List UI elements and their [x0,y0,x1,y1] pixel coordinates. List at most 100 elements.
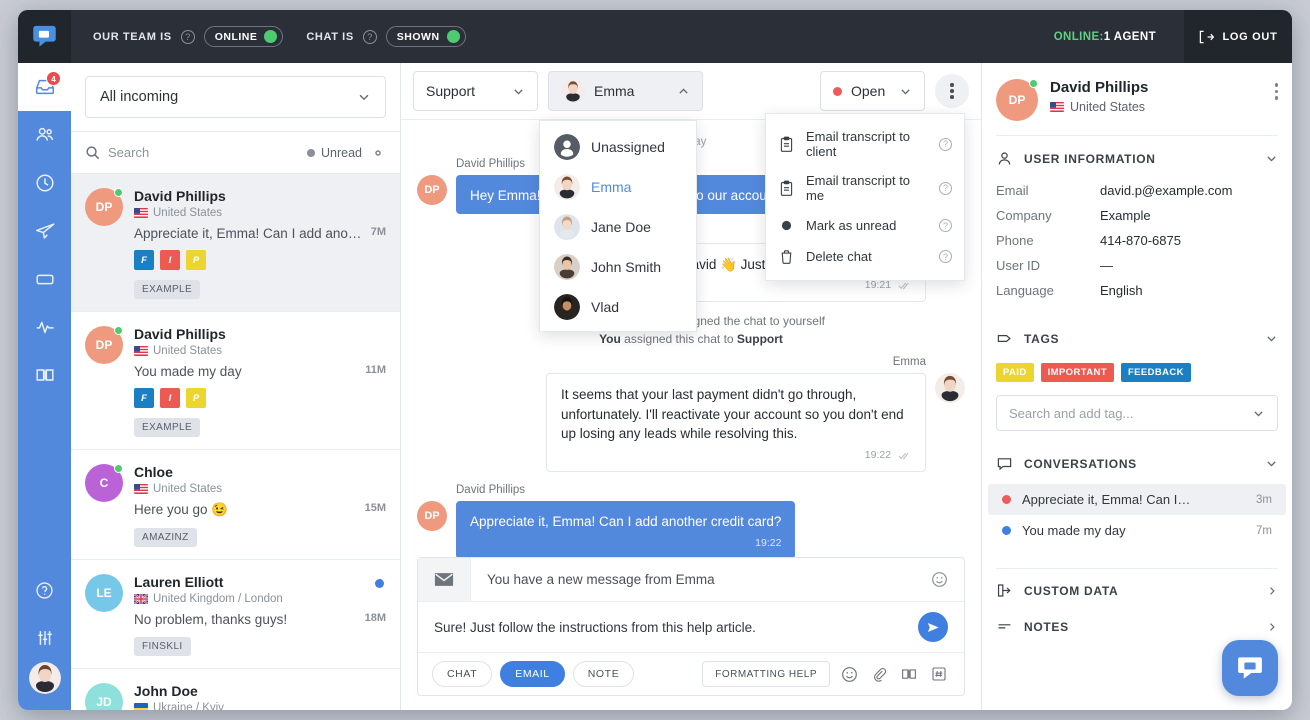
menu-item-email-transcript-client[interactable]: Email transcript to client ? [766,122,964,166]
assignee-select-value: Emma [594,83,634,99]
chat-options-button[interactable] [935,74,969,108]
section-custom-data[interactable]: CUSTOM DATA [982,569,1292,612]
composer-body-input[interactable]: Sure! Just follow the instructions from … [434,620,918,635]
conversation-item[interactable]: Appreciate it, Emma! Can I… 3m [988,484,1286,515]
send-button[interactable] [918,612,948,642]
sidebar-item-history[interactable] [18,159,71,207]
search-input[interactable]: Search [108,145,299,160]
sidebar-item-settings[interactable] [18,614,71,662]
assignee-option-emma[interactable]: Emma [540,167,696,207]
assignee-option-vlad[interactable]: Vlad [540,287,696,327]
group-select[interactable]: Support [413,71,538,111]
conversation-item[interactable]: You made my day 7m [988,515,1286,546]
tag-search-input[interactable]: Search and add tag... [996,395,1278,431]
logout-button[interactable]: LOG OUT [1184,10,1292,63]
tag-chip-important[interactable]: IMPORTANT [1041,363,1114,382]
paperclip-icon [871,666,887,682]
assignee-option-unassigned[interactable]: Unassigned [540,127,696,167]
list-item-body: Chloe United States Here you go 😉 15M AM… [134,464,386,547]
nav-rail: 4 [18,63,71,710]
unread-filter-button[interactable]: Unread [307,146,362,160]
info-value: English [1100,283,1143,298]
chat-help-icon[interactable]: ? [363,30,377,44]
avatar-photo-icon [554,174,580,200]
info-key: Language [996,283,1100,298]
sidebar-item-tickets[interactable] [18,255,71,303]
sidebar-item-knowledge-base[interactable] [18,351,71,399]
menu-item-mark-as-unread[interactable]: Mark as unread ? [766,210,964,241]
status-select[interactable]: Open [820,71,925,111]
tag-chip-paid[interactable]: PAID [996,363,1034,382]
emoji-button[interactable] [838,663,860,685]
subject-emoji-button[interactable] [931,571,964,588]
list-item-time: 18M [365,612,386,627]
list-filter-wrap: All incoming [71,63,400,132]
sidebar-item-help[interactable] [18,566,71,614]
list-item[interactable]: DP David Phillips United States Apprecia… [71,174,400,312]
list-item-body: John Doe Ukraine / Kyiv [134,683,386,710]
current-agent-avatar[interactable] [29,662,61,694]
chevron-down-icon[interactable] [1265,152,1278,165]
menu-item-email-transcript-me[interactable]: Email transcript to me ? [766,166,964,210]
chevron-right-icon[interactable] [1266,585,1278,597]
assignee-select[interactable]: Emma [548,71,703,111]
incoming-filter-select[interactable]: All incoming [85,76,386,118]
attach-button[interactable] [868,663,890,685]
mode-note-button[interactable]: NOTE [573,661,635,687]
help-circle-icon [34,580,55,601]
list-item[interactable]: JD John Doe Ukraine / Kyiv [71,669,400,710]
menu-item-help-icon[interactable]: ? [939,138,952,151]
message-time: 19:22 [470,536,781,551]
badge-facebook: F [134,250,154,270]
chat-widget-button[interactable] [1222,640,1278,696]
chat-options-menu[interactable]: Email transcript to client ? Email trans… [765,113,965,281]
chevron-down-icon[interactable] [1265,332,1278,345]
list-item[interactable]: DP David Phillips United States You made… [71,312,400,450]
list-item[interactable]: C Chloe United States Here you go 😉 15M [71,450,400,560]
gear-icon[interactable] [370,145,386,161]
sidebar-item-campaigns[interactable] [18,207,71,255]
formatting-help-button[interactable]: FORMATTING HELP [702,661,830,687]
list-item-tag: EXAMPLE [134,280,200,299]
conversation-item-time: 7m [1256,525,1272,537]
chat-list[interactable]: DP David Phillips United States Apprecia… [71,174,400,710]
logout-label: LOG OUT [1222,31,1277,43]
message-row: DP Appreciate it, Emma! Can I add anothe… [417,501,965,557]
menu-item-delete-chat[interactable]: Delete chat ? [766,241,964,272]
section-tags[interactable]: TAGS [982,304,1292,359]
sidebar-item-traffic[interactable] [18,303,71,351]
list-item[interactable]: LE Lauren Elliott United Kingdom / Londo… [71,560,400,669]
profile-options-button[interactable] [1275,79,1279,100]
section-user-information[interactable]: USER INFORMATION [982,136,1292,179]
mode-email-button[interactable]: EMAIL [500,661,565,687]
assignee-option-jane-doe[interactable]: Jane Doe [540,207,696,247]
status-dot-icon [833,87,842,96]
team-help-icon[interactable]: ? [181,30,195,44]
info-value: Example [1100,208,1151,223]
team-status-toggle[interactable]: ONLINE [204,26,284,47]
menu-item-help-icon[interactable]: ? [939,182,952,195]
section-conversations[interactable]: CONVERSATIONS [982,431,1292,484]
menu-item-help-icon[interactable]: ? [939,250,952,263]
status-select-value: Open [851,83,885,99]
menu-item-help-icon[interactable]: ? [939,219,952,232]
inbox-badge: 4 [46,71,61,86]
tag-chip-feedback[interactable]: FEEDBACK [1121,363,1191,382]
mode-chat-button[interactable]: CHAT [432,661,492,687]
canned-response-button[interactable] [928,663,950,685]
chat-status-toggle[interactable]: SHOWN [386,26,466,47]
assignee-option-john-smith[interactable]: John Smith [540,247,696,287]
info-key: Phone [996,233,1100,248]
badge-instagram: I [160,250,180,270]
book-icon [900,665,918,683]
flag-us-icon [1050,102,1064,112]
chevron-right-icon[interactable] [1266,621,1278,633]
assignee-dropdown[interactable]: Unassigned Emma Jane Doe [539,120,697,332]
knowledge-base-button[interactable] [898,663,920,685]
app-logo[interactable] [18,10,71,63]
composer-subject-input[interactable]: You have a new message from Emma [471,572,931,587]
chevron-down-icon[interactable] [1265,457,1278,470]
presence-dot-icon [114,464,123,473]
sidebar-item-archives[interactable]: 4 [18,63,71,111]
sidebar-item-teams[interactable] [18,111,71,159]
